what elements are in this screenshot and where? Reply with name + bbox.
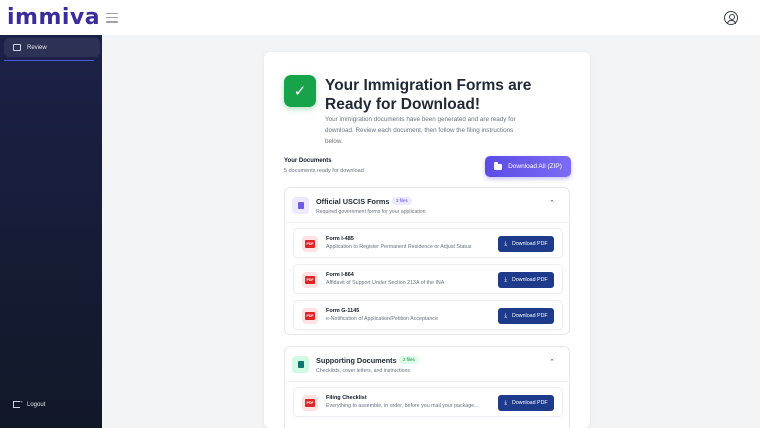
success-check-icon: ✓ — [284, 75, 316, 107]
download-pdf-button[interactable]: ⤓ Download PDF — [498, 308, 554, 324]
document-description: Everything to assemble, in order, before… — [326, 403, 479, 409]
download-icon: ⤓ — [504, 276, 508, 283]
sidebar-item-review[interactable]: Review — [4, 38, 100, 57]
download-icon: ⤓ — [504, 399, 508, 406]
section-title: Supporting Documents — [316, 356, 397, 365]
sidebar-item-label: Review — [27, 44, 47, 51]
document-title: Filing Checklist — [326, 395, 367, 401]
top-bar: immiva — [0, 0, 760, 35]
document-row: PDF Filing Checklist Everything to assem… — [293, 387, 563, 417]
document-row: PDF Form I-864 Affidavit of Support Unde… — [293, 264, 563, 294]
document-title: Form I-485 — [326, 236, 354, 242]
account-icon[interactable] — [724, 11, 738, 25]
chevron-up-icon[interactable]: ⌃ — [548, 199, 556, 207]
section-title: Official USCIS Forms — [316, 197, 390, 206]
section-supporting-documents: Supporting Documents 2 files Checklists,… — [284, 346, 570, 428]
hamburger-menu-icon[interactable] — [106, 12, 119, 23]
download-pdf-button[interactable]: ⤓ Download PDF — [498, 236, 554, 252]
pdf-icon: PDF — [302, 395, 318, 411]
pdf-icon: PDF — [302, 272, 318, 288]
document-title: Form I-864 — [326, 272, 354, 278]
download-icon: ⤓ — [504, 312, 508, 319]
download-pdf-button[interactable]: ⤓ Download PDF — [498, 395, 554, 411]
section-subtitle: Required government forms for your appli… — [316, 209, 426, 215]
section-official-forms: Official USCIS Forms 3 files Required go… — [284, 187, 570, 335]
app-logo[interactable]: immiva — [7, 5, 100, 30]
logout-button[interactable]: Logout — [13, 398, 46, 408]
download-icon: ⤓ — [504, 240, 508, 247]
document-row: PDF Form G-1145 e-Notification of Applic… — [293, 300, 563, 330]
download-pdf-button[interactable]: ⤓ Download PDF — [498, 272, 554, 288]
file-count-badge: 3 files — [392, 197, 412, 205]
download-all-label: Download All (ZIP) — [508, 163, 562, 170]
section-header[interactable]: Supporting Documents 2 files Checklists,… — [285, 347, 569, 382]
checklist-icon — [292, 356, 309, 373]
sidebar: Review Logout — [0, 35, 102, 428]
pdf-icon: PDF — [302, 236, 318, 252]
active-indicator — [4, 60, 94, 61]
download-card: ✓ Your Immigration Forms are Ready for D… — [264, 52, 590, 428]
document-description: Affidavit of Support Under Section 213A … — [326, 280, 445, 286]
logout-icon — [13, 398, 24, 408]
document-description: e-Notification of Application/Petition A… — [326, 316, 438, 322]
page-title: Your Immigration Forms are Ready for Dow… — [325, 77, 532, 113]
forms-icon — [292, 197, 309, 214]
documents-heading: Your Documents — [284, 158, 332, 164]
folder-icon — [494, 162, 503, 170]
document-row: PDF Form I-485 Application to Register P… — [293, 228, 563, 258]
pdf-icon: PDF — [302, 308, 318, 324]
document-description: Application to Register Permanent Reside… — [326, 244, 472, 250]
section-subtitle: Checklists, cover letters, and instructi… — [316, 368, 410, 374]
file-count-badge: 2 files — [399, 356, 419, 364]
document-title: Form G-1145 — [326, 308, 360, 314]
review-icon — [13, 44, 21, 51]
chevron-up-icon[interactable]: ⌃ — [548, 358, 556, 366]
section-header[interactable]: Official USCIS Forms 3 files Required go… — [285, 188, 569, 223]
page-description: Your immigration documents have been gen… — [325, 116, 516, 145]
logout-label: Logout — [27, 401, 46, 408]
documents-count: 5 documents ready for download — [284, 168, 364, 174]
download-all-zip-button[interactable]: Download All (ZIP) — [485, 156, 571, 177]
